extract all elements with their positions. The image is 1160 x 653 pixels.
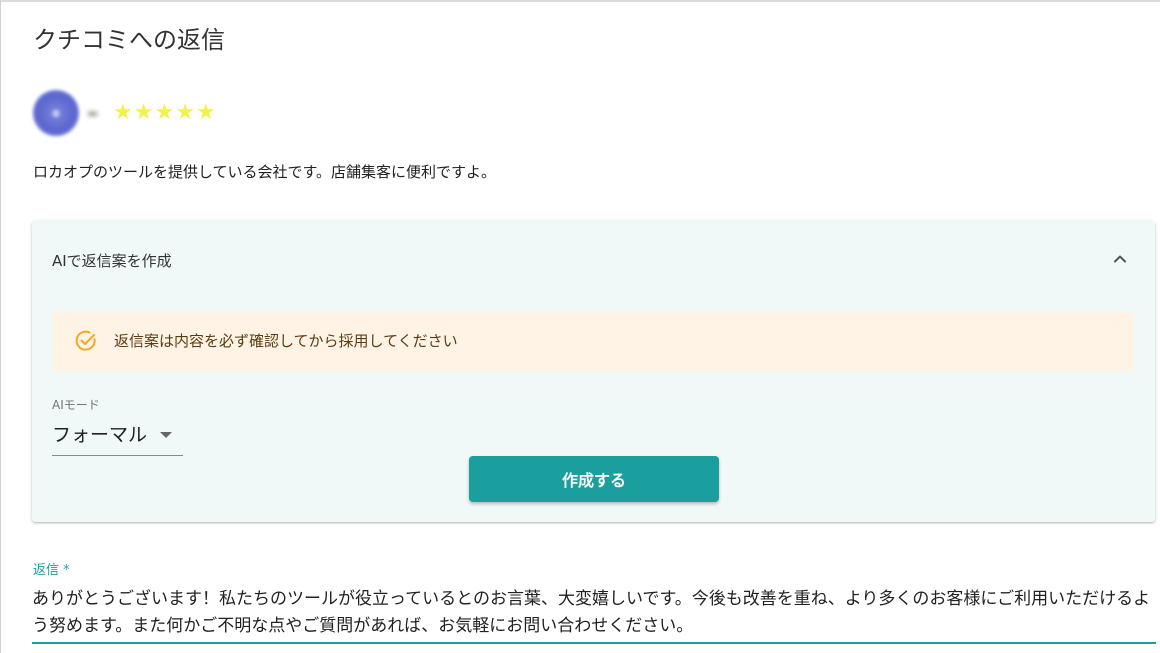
alert-text: 返信案は内容を必ず確認してから採用してください [114,332,458,350]
warning-alert: 返信案は内容を必ず確認してから採用してください [52,311,1134,371]
star-icon: ★ [195,100,216,125]
top-divider [1,0,1160,2]
dropdown-arrow-icon [160,432,172,438]
ai-mode-value: フォーマル [52,424,148,446]
review-text: ロカオプのツールを提供している会社です。店舗集客に便利ですよ。 [33,163,497,181]
ai-panel-header[interactable]: AIで返信案を作成 [32,221,1155,301]
chevron-up-icon[interactable] [1110,249,1130,269]
star-icon: ★ [175,100,195,125]
dialog-title: クチコミへの返信 [33,26,225,54]
star-icon: ★ [113,100,133,125]
reply-textarea[interactable]: ありがとうございます！私たちのツールが役立っているとのお言葉、大変嬉しいです。今… [32,584,1156,644]
star-rating: ★ ★ ★ ★ ★ [113,102,217,124]
reply-dialog: クチコミへの返信 ● ▬ ★ ★ ★ ★ ★ ロカオプのツールを提供している会社… [0,0,1160,653]
check-circle-icon [75,330,96,351]
reviewer-name-blurred: ▬ [87,106,99,120]
ai-mode-label: AIモード [52,398,100,412]
ai-mode-select[interactable]: フォーマル [52,419,183,456]
reply-label: 返信 * [33,563,70,578]
reviewer-info: ● ▬ ★ ★ ★ ★ ★ [33,90,217,136]
ai-reply-panel: AIで返信案を作成 返信案は内容を必ず確認してから採用してください AIモード … [32,221,1155,522]
star-icon: ★ [133,100,154,125]
ai-panel-title: AIで返信案を作成 [52,252,172,270]
create-button[interactable]: 作成する [469,456,719,502]
star-icon: ★ [154,100,175,125]
avatar: ● [33,90,79,136]
